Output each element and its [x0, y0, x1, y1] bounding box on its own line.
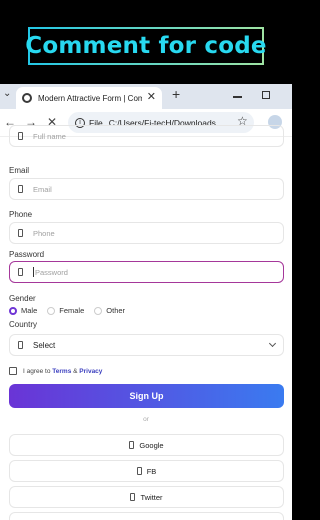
- more-social-button[interactable]: [9, 512, 284, 520]
- full-name-field[interactable]: Full name: [9, 125, 284, 147]
- tab-title: Modern Attractive Form | Comp: [38, 93, 142, 103]
- gender-option-label: Male: [21, 306, 38, 315]
- banner-text: Comment for code: [25, 33, 267, 59]
- gender-label: Gender: [9, 294, 36, 303]
- country-label: Country: [9, 320, 38, 329]
- google-icon: [129, 441, 135, 449]
- google-button[interactable]: Google: [9, 434, 284, 456]
- minimize-icon[interactable]: [233, 96, 242, 98]
- gender-option-female[interactable]: Female: [47, 306, 84, 315]
- terms-link[interactable]: Terms: [52, 368, 71, 375]
- agree-text: I agree to: [23, 367, 51, 375]
- tab-bar: ⌄ Modern Attractive Form | Comp ✕ +: [0, 84, 292, 109]
- email-field[interactable]: Email: [9, 178, 284, 200]
- google-label: Google: [139, 440, 164, 450]
- full-name-placeholder: Full name: [33, 131, 66, 141]
- gender-radio-group: Male Female Other: [9, 306, 135, 315]
- facebook-button[interactable]: FB: [9, 460, 284, 482]
- favicon-icon: [22, 93, 32, 103]
- phone-placeholder: Phone: [33, 228, 55, 238]
- radio-other[interactable]: [94, 306, 103, 315]
- tab-search-icon[interactable]: ⌄: [3, 88, 11, 99]
- new-tab-button[interactable]: +: [172, 86, 180, 102]
- lock-icon: [18, 268, 23, 276]
- gender-option-male[interactable]: Male: [9, 306, 37, 315]
- email-label: Email: [9, 166, 30, 175]
- title-banner: Comment for code: [25, 27, 267, 65]
- facebook-label: FB: [146, 466, 157, 476]
- browser-tab[interactable]: Modern Attractive Form | Comp ✕: [16, 87, 162, 109]
- gender-option-other[interactable]: Other: [94, 306, 125, 315]
- sign-up-button[interactable]: Sign Up: [9, 384, 284, 408]
- gender-option-label: Other: [106, 306, 126, 315]
- and-text: &: [73, 367, 78, 375]
- signup-form: Full name Email Email Phone Phone Passwo…: [0, 125, 292, 520]
- country-select[interactable]: Select: [9, 334, 284, 356]
- chevron-down-icon: [268, 339, 277, 348]
- tab-close-icon[interactable]: ✕: [147, 90, 156, 103]
- gender-option-label: Female: [59, 306, 85, 315]
- password-placeholder: Password: [35, 267, 68, 277]
- mail-icon: [18, 185, 23, 193]
- or-divider: or: [143, 416, 149, 423]
- globe-icon: [18, 341, 23, 349]
- maximize-icon[interactable]: [262, 91, 270, 99]
- agree-checkbox[interactable]: [9, 367, 17, 375]
- phone-label: Phone: [9, 210, 33, 219]
- radio-female[interactable]: [47, 306, 56, 315]
- phone-field[interactable]: Phone: [9, 222, 284, 244]
- privacy-link[interactable]: Privacy: [79, 368, 102, 375]
- twitter-button[interactable]: Twitter: [9, 486, 284, 508]
- user-icon: [18, 132, 23, 140]
- password-field[interactable]: Password: [9, 261, 284, 283]
- twitter-icon: [130, 493, 136, 501]
- password-label: Password: [9, 250, 45, 259]
- phone-icon: [18, 229, 23, 237]
- country-value: Select: [33, 340, 56, 350]
- radio-male[interactable]: [9, 306, 17, 315]
- text-cursor: [33, 267, 34, 277]
- browser-window: ⌄ Modern Attractive Form | Comp ✕ + ← → …: [0, 84, 292, 520]
- agree-terms-row: I agree to Terms & Privacy: [9, 367, 102, 375]
- email-placeholder: Email: [33, 184, 52, 194]
- facebook-icon: [136, 467, 142, 475]
- twitter-label: Twitter: [140, 492, 163, 502]
